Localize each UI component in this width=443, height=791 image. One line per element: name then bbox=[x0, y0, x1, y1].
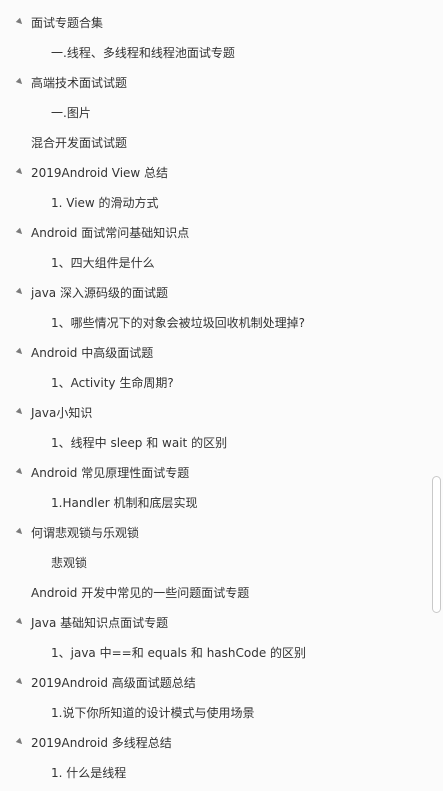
outline-item-label: 高端技术面试试题 bbox=[31, 76, 128, 90]
outline-item-label: Android 常见原理性面试专题 bbox=[31, 466, 190, 480]
outline-subheading[interactable]: 1、哪些情况下的对象会被垃圾回收机制处理掉? bbox=[0, 308, 428, 338]
outline-heading[interactable]: 高端技术面试试题 bbox=[0, 68, 428, 98]
outline-item-label: Android 开发中常见的一些问题面试专题 bbox=[31, 586, 250, 600]
outline-tree: 面试专题合集一.线程、多线程和线程池面试专题高端技术面试试题一.图片混合开发面试… bbox=[0, 8, 428, 788]
outline-item-label: 1、哪些情况下的对象会被垃圾回收机制处理掉? bbox=[51, 316, 306, 330]
outline-subheading[interactable]: 1、线程中 sleep 和 wait 的区别 bbox=[0, 428, 428, 458]
outline-item-label: Android 中高级面试题 bbox=[31, 346, 154, 360]
outline-subheading[interactable]: 1. View 的滑动方式 bbox=[0, 188, 428, 218]
outline-item-label: 1.Handler 机制和底层实现 bbox=[51, 496, 198, 510]
outline-item-label: 1. 什么是线程 bbox=[51, 766, 127, 780]
expand-triangle-icon[interactable] bbox=[15, 467, 25, 477]
outline-item-label: 混合开发面试试题 bbox=[31, 136, 128, 150]
outline-subheading[interactable]: 1、java 中==和 equals 和 hashCode 的区别 bbox=[0, 638, 428, 668]
expand-triangle-icon[interactable] bbox=[15, 407, 25, 417]
outline-item-label: 一.图片 bbox=[51, 106, 91, 120]
outline-subheading[interactable]: 1、Activity 生命周期? bbox=[0, 368, 428, 398]
outline-subheading[interactable]: 一.图片 bbox=[0, 98, 428, 128]
outline-heading[interactable]: Android 常见原理性面试专题 bbox=[0, 458, 428, 488]
outline-item-label: 2019Android 高级面试题总结 bbox=[31, 676, 196, 690]
outline-heading[interactable]: 何谓悲观锁与乐观锁 bbox=[0, 518, 428, 548]
outline-item-label: 1. View 的滑动方式 bbox=[51, 196, 159, 210]
outline-item-label: 一.线程、多线程和线程池面试专题 bbox=[51, 46, 235, 60]
outline-item-label: 1、java 中==和 equals 和 hashCode 的区别 bbox=[51, 646, 307, 660]
outline-item-label: Java小知识 bbox=[31, 406, 93, 420]
outline-item-label: 1.说下你所知道的设计模式与使用场景 bbox=[51, 706, 255, 720]
outline-heading[interactable]: 2019Android 高级面试题总结 bbox=[0, 668, 428, 698]
outline-item-label: 悲观锁 bbox=[51, 556, 88, 570]
expand-triangle-icon[interactable] bbox=[15, 737, 25, 747]
expand-triangle-icon[interactable] bbox=[15, 527, 25, 537]
vertical-scrollbar[interactable] bbox=[429, 0, 443, 791]
outline-item-label: 1、Activity 生命周期? bbox=[51, 376, 174, 390]
outline-subheading[interactable]: 悲观锁 bbox=[0, 548, 428, 578]
expand-triangle-icon[interactable] bbox=[15, 167, 25, 177]
expand-triangle-icon[interactable] bbox=[15, 347, 25, 357]
outline-subheading[interactable]: 1、四大组件是什么 bbox=[0, 248, 428, 278]
outline-heading[interactable]: java 深入源码级的面试题 bbox=[0, 278, 428, 308]
outline-heading[interactable]: Android 开发中常见的一些问题面试专题 bbox=[0, 578, 428, 608]
outline-heading[interactable]: Java小知识 bbox=[0, 398, 428, 428]
outline-item-label: Android 面试常问基础知识点 bbox=[31, 226, 190, 240]
expand-triangle-icon[interactable] bbox=[15, 287, 25, 297]
outline-subheading[interactable]: 一.线程、多线程和线程池面试专题 bbox=[0, 38, 428, 68]
outline-heading[interactable]: 2019Android View 总结 bbox=[0, 158, 428, 188]
outline-subheading[interactable]: 1.说下你所知道的设计模式与使用场景 bbox=[0, 698, 428, 728]
expand-triangle-icon[interactable] bbox=[15, 17, 25, 27]
expand-triangle-icon[interactable] bbox=[15, 77, 25, 87]
outline-item-label: 1、四大组件是什么 bbox=[51, 256, 155, 270]
outline-item-label: 2019Android View 总结 bbox=[31, 166, 169, 180]
outline-item-label: 面试专题合集 bbox=[31, 16, 104, 30]
outline-heading[interactable]: 面试专题合集 bbox=[0, 8, 428, 38]
outline-item-label: java 深入源码级的面试题 bbox=[31, 286, 168, 300]
outline-heading[interactable]: Android 面试常问基础知识点 bbox=[0, 218, 428, 248]
scrollbar-thumb[interactable] bbox=[432, 476, 441, 613]
expand-triangle-icon[interactable] bbox=[15, 677, 25, 687]
outline-item-label: 1、线程中 sleep 和 wait 的区别 bbox=[51, 436, 228, 450]
expand-triangle-icon[interactable] bbox=[15, 227, 25, 237]
outline-heading[interactable]: 2019Android 多线程总结 bbox=[0, 728, 428, 758]
outline-heading[interactable]: Android 中高级面试题 bbox=[0, 338, 428, 368]
outline-subheading[interactable]: 1. 什么是线程 bbox=[0, 758, 428, 788]
outline-item-label: Java 基础知识点面试专题 bbox=[31, 616, 169, 630]
outline-item-label: 2019Android 多线程总结 bbox=[31, 736, 172, 750]
outline-heading[interactable]: Java 基础知识点面试专题 bbox=[0, 608, 428, 638]
outline-heading[interactable]: 混合开发面试试题 bbox=[0, 128, 428, 158]
expand-triangle-icon[interactable] bbox=[15, 617, 25, 627]
outline-subheading[interactable]: 1.Handler 机制和底层实现 bbox=[0, 488, 428, 518]
outline-item-label: 何谓悲观锁与乐观锁 bbox=[31, 526, 140, 540]
